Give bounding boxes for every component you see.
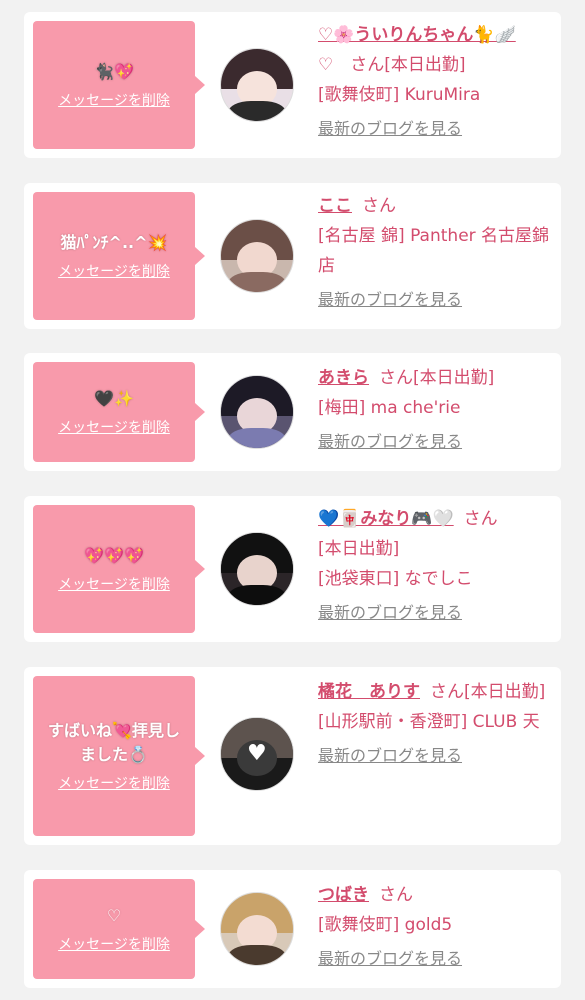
message-bubble: 🖤✨ メッセージを削除 bbox=[33, 362, 205, 462]
message-text: ♡ bbox=[106, 906, 122, 925]
shop-line: [池袋東口] なでしこ bbox=[318, 569, 473, 589]
message-bubble: ♡ メッセージを削除 bbox=[33, 879, 205, 979]
message-bubble: すばいね💘拝見しました💍 メッセージを削除 bbox=[33, 676, 205, 836]
delete-message-link[interactable]: メッセージを削除 bbox=[58, 90, 170, 110]
message-info: ♡🌸ういりんちゃん🐈🪽 ♡ さん[本日出勤] [歌舞伎町] KuruMira 最… bbox=[318, 20, 551, 140]
sender-name-link[interactable]: 橘花 ありす bbox=[318, 682, 420, 702]
avatar[interactable] bbox=[220, 48, 294, 122]
body-shape bbox=[228, 944, 286, 965]
latest-blog-link[interactable]: 最新のブログを見る bbox=[318, 745, 551, 767]
latest-blog-link[interactable]: 最新のブログを見る bbox=[318, 602, 551, 624]
status-line: [本日出勤] bbox=[464, 682, 546, 702]
delete-message-link[interactable]: メッセージを削除 bbox=[58, 934, 170, 954]
shop-line: [歌舞伎町] gold5 bbox=[318, 915, 453, 935]
message-list: 🐈‍⬛💖 メッセージを削除 ♡🌸ういりんちゃん🐈🪽 ♡ さん[本日出勤] [歌舞… bbox=[0, 0, 585, 1000]
message-card: 猫ﾊﾟﾝﾁ^..^💥 メッセージを削除 ここ さん [名古屋 錦] Panther… bbox=[24, 183, 561, 329]
body-shape bbox=[228, 584, 286, 605]
sender-name-link[interactable]: あきら bbox=[318, 368, 369, 388]
message-text: 🐈‍⬛💖 bbox=[94, 62, 134, 81]
message-card: すばいね💘拝見しました💍 メッセージを削除 ♥ 橘花 ありす さん[本日出勤] [… bbox=[24, 667, 561, 845]
message-text: 猫ﾊﾟﾝﾁ^..^💥 bbox=[60, 233, 168, 252]
honorific: さん bbox=[362, 196, 396, 216]
latest-blog-link[interactable]: 最新のブログを見る bbox=[318, 289, 551, 311]
honorific: さん bbox=[379, 368, 413, 388]
delete-message-link[interactable]: メッセージを削除 bbox=[58, 261, 170, 281]
body-shape bbox=[228, 271, 286, 292]
sender-name-link[interactable]: ここ bbox=[318, 196, 352, 216]
latest-blog-link[interactable]: 最新のブログを見る bbox=[318, 431, 551, 453]
message-info: あきら さん[本日出勤] [梅田] ma che'rie 最新のブログを見る bbox=[318, 363, 551, 453]
delete-message-link[interactable]: メッセージを削除 bbox=[58, 417, 170, 437]
message-info: 💙🀄みなり🎮🤍 さん [本日出勤] [池袋東口] なでしこ 最新のブログを見る bbox=[318, 504, 551, 624]
sender-name-link[interactable]: つばき bbox=[318, 885, 369, 905]
latest-blog-link[interactable]: 最新のブログを見る bbox=[318, 118, 551, 140]
honorific: さん bbox=[379, 885, 413, 905]
message-text: 🖤✨ bbox=[94, 389, 134, 408]
message-card: 🐈‍⬛💖 メッセージを削除 ♡🌸ういりんちゃん🐈🪽 ♡ さん[本日出勤] [歌舞… bbox=[24, 12, 561, 158]
heart-icon: ♥ bbox=[247, 741, 267, 766]
message-bubble: 猫ﾊﾟﾝﾁ^..^💥 メッセージを削除 bbox=[33, 192, 205, 320]
message-info: ここ さん [名古屋 錦] Panther 名古屋錦店 最新のブログを見る bbox=[318, 191, 551, 311]
message-text: すばいね💘拝見しました💍 bbox=[48, 721, 180, 764]
shop-line: [山形駅前・香澄町] CLUB 天 bbox=[318, 712, 540, 732]
avatar[interactable] bbox=[220, 375, 294, 449]
status-line: [本日出勤] bbox=[318, 539, 400, 559]
message-info: つばき さん [歌舞伎町] gold5 最新のブログを見る bbox=[318, 880, 551, 970]
status-line: ♡ さん[本日出勤] bbox=[318, 55, 466, 75]
message-card: 🖤✨ メッセージを削除 あきら さん[本日出勤] [梅田] ma che'rie … bbox=[24, 353, 561, 471]
message-card: ♡ メッセージを削除 つばき さん [歌舞伎町] gold5 最新のブログを見る bbox=[24, 870, 561, 988]
shop-line: [梅田] ma che'rie bbox=[318, 398, 461, 418]
avatar[interactable]: ♥ bbox=[220, 717, 294, 791]
avatar[interactable] bbox=[220, 219, 294, 293]
message-bubble: 💖💖💖 メッセージを削除 bbox=[33, 505, 205, 633]
sender-name-link[interactable]: 💙🀄みなり🎮🤍 bbox=[318, 509, 454, 529]
delete-message-link[interactable]: メッセージを削除 bbox=[58, 574, 170, 594]
shop-line: [歌舞伎町] KuruMira bbox=[318, 85, 481, 105]
latest-blog-link[interactable]: 最新のブログを見る bbox=[318, 948, 551, 970]
delete-message-link[interactable]: メッセージを削除 bbox=[58, 773, 170, 793]
avatar[interactable] bbox=[220, 892, 294, 966]
avatar[interactable] bbox=[220, 532, 294, 606]
shop-line: [名古屋 錦] Panther 名古屋錦店 bbox=[318, 226, 550, 276]
sender-name-link[interactable]: ♡🌸ういりんちゃん🐈🪽 bbox=[318, 25, 516, 45]
message-bubble: 🐈‍⬛💖 メッセージを削除 bbox=[33, 21, 205, 149]
honorific: さん bbox=[430, 682, 464, 702]
body-shape bbox=[228, 100, 286, 121]
honorific: さん bbox=[463, 509, 498, 529]
message-card: 💖💖💖 メッセージを削除 💙🀄みなり🎮🤍 さん [本日出勤] [池袋東口] なでし… bbox=[24, 496, 561, 642]
message-text: 💖💖💖 bbox=[84, 546, 144, 565]
body-shape bbox=[228, 427, 286, 448]
status-line: [本日出勤] bbox=[413, 368, 495, 388]
message-info: 橘花 ありす さん[本日出勤] [山形駅前・香澄町] CLUB 天 最新のブログを… bbox=[318, 677, 551, 767]
